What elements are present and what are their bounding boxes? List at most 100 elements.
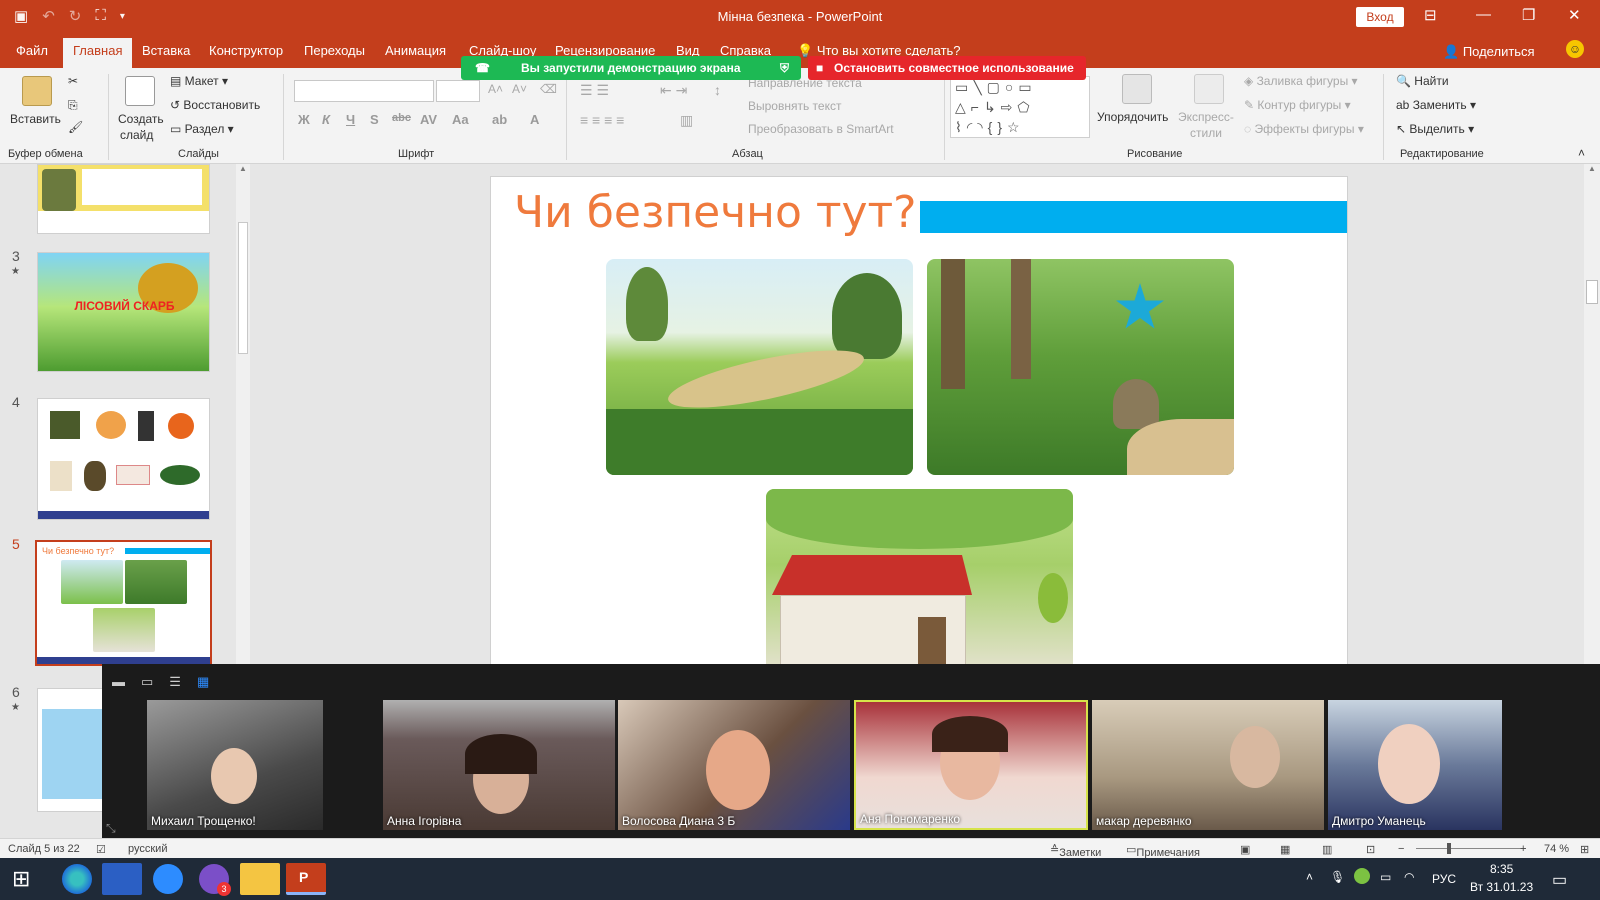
columns-icon[interactable]: ▥ [680,112,693,129]
tab-home[interactable]: Главная [63,38,133,68]
layout-button[interactable]: ▤ Макет ▾ [170,74,228,88]
align-icons[interactable]: ≡ ≡ ≡ ≡ [580,112,624,128]
shrink-font-icon[interactable]: A˅ [512,82,527,96]
change-case-icon[interactable]: Aa [452,112,469,127]
single-speaker-icon[interactable]: ▭ [141,674,153,690]
stop-share-button[interactable]: ■ Остановить совместное использование [808,56,1086,80]
battery-icon[interactable]: ▭ [1380,870,1391,884]
paste-button[interactable]: Вставить [10,112,61,126]
quick-styles-label-1[interactable]: Экспресс- [1178,110,1234,124]
participant-tile[interactable]: Волосова Диана 3 Б [618,700,850,830]
viber-icon[interactable]: 3 [199,864,231,896]
powerpoint-taskbar-icon[interactable]: P [286,863,326,895]
collapse-ribbon-icon[interactable]: ˄ [1578,146,1585,160]
cut-icon[interactable]: ✂ [68,74,78,88]
find-button[interactable]: 🔍 Найти [1396,74,1449,88]
paste-icon[interactable] [22,76,52,106]
zoom-in-icon[interactable]: + [1520,843,1526,855]
font-color-icon[interactable]: A [530,112,539,127]
scrollbar-thumb[interactable] [1586,280,1598,304]
thumbnail-scrollbar[interactable]: ▲ [236,164,250,664]
participant-tile[interactable]: Анна Ігорівна [383,700,615,830]
slide-thumbnail-4[interactable] [37,398,210,520]
italic-icon[interactable]: К [322,112,330,127]
share-button[interactable]: 👤 Поделиться [1443,44,1535,60]
ribbon-display-icon[interactable]: ⊟ [1424,6,1437,24]
comments-button[interactable]: ▭ Примечания [1126,843,1200,859]
participant-tile[interactable]: Михаил Трощенко! [147,700,323,830]
tab-transitions[interactable]: Переходы [304,43,365,58]
close-icon[interactable]: ✕ [1568,6,1581,24]
zoom-level[interactable]: 74 % [1544,843,1569,855]
reset-button[interactable]: ↺ Восстановить [170,98,260,112]
damaged-house-image[interactable] [766,489,1073,665]
save-disk-icon[interactable] [102,863,142,895]
slide-title[interactable]: Чи безпечно тут? [514,187,917,238]
shape-outline-button[interactable]: ✎ Контур фигуры ▾ [1244,98,1351,112]
zoom-slider[interactable] [1416,848,1526,849]
minimize-icon[interactable]: — [1476,6,1491,23]
replace-button[interactable]: ab Заменить ▾ [1396,98,1476,112]
input-language[interactable]: РУС [1432,872,1456,886]
new-slide-label-1[interactable]: Создать [118,112,164,126]
section-button[interactable]: ▭ Раздел ▾ [170,122,234,136]
align-text-button[interactable]: Выровнять текст [748,99,841,113]
file-explorer-icon[interactable] [240,863,280,895]
grow-font-icon[interactable]: A˄ [488,82,503,96]
arrange-button[interactable]: Упорядочить [1097,110,1168,124]
spellcheck-icon[interactable]: ☑ [96,843,106,856]
microphone-icon[interactable]: 🎙 [1330,870,1345,884]
slideshow-view-icon[interactable]: ⊡ [1366,843,1375,856]
wifi-icon[interactable]: ◠ [1404,870,1414,884]
highlight-icon[interactable]: ab [492,112,507,127]
clock-date[interactable]: Вт 31.01.23 [1470,880,1533,894]
scroll-up-icon[interactable]: ▲ [239,164,247,173]
notes-button[interactable]: ≙ Заметки [1050,843,1101,859]
bold-icon[interactable]: Ж [298,112,310,127]
fit-slide-icon[interactable]: ⊞ [1580,843,1589,856]
font-size-field[interactable] [436,80,480,102]
shape-effects-button[interactable]: ◌ Эффекты фигуры ▾ [1244,122,1364,136]
language-indicator[interactable]: русский [128,843,167,855]
zoom-app-icon[interactable] [153,864,183,894]
underline-icon[interactable]: Ч [346,112,355,127]
smartart-button[interactable]: Преобразовать в SmartArt [748,122,894,136]
zoom-slider-thumb[interactable] [1447,843,1451,854]
tab-animations[interactable]: Анимация [385,43,446,58]
tab-insert[interactable]: Вставка [142,43,190,58]
tab-design[interactable]: Конструктор [209,43,283,58]
security-tray-icon[interactable] [1354,868,1370,884]
char-spacing-icon[interactable]: AV [420,112,437,127]
normal-view-icon[interactable]: ▣ [1240,843,1250,856]
sign-in-button[interactable]: Вход [1356,7,1404,27]
shadow-icon[interactable]: S [370,112,379,127]
new-slide-icon[interactable] [125,76,155,106]
scrollbar-thumb[interactable] [238,222,248,354]
participant-tile[interactable]: макар деревянко [1092,700,1324,830]
slide-thumbnail-2[interactable] [37,164,210,234]
strikethrough-icon[interactable]: abc [392,112,411,124]
copy-icon[interactable]: ⎘ [68,98,78,113]
zoom-out-icon[interactable]: − [1398,843,1404,855]
font-name-field[interactable] [294,80,434,102]
scroll-up-icon[interactable]: ▲ [1588,164,1596,173]
forest-flower-image[interactable] [927,259,1234,475]
participant-tile[interactable]: Дмитро Уманець [1328,700,1502,830]
strip-view-icon[interactable]: ☰ [169,674,181,690]
edge-browser-icon[interactable] [62,864,92,894]
feedback-smiley-icon[interactable]: ☺ [1566,40,1584,58]
tray-chevron-icon[interactable]: ˄ [1306,870,1313,884]
meadow-path-image[interactable] [606,259,913,475]
participant-tile-active[interactable]: Аня Пономаренко [854,700,1088,830]
slide-scrollbar[interactable]: ▲ [1584,164,1600,664]
windows-start-icon[interactable]: ⊞ [12,866,30,892]
select-button[interactable]: ↖ Выделить ▾ [1396,122,1474,136]
new-slide-label-2[interactable]: слайд [120,128,153,142]
arrange-icon[interactable] [1122,74,1152,104]
notifications-icon[interactable]: ▭ [1552,870,1567,890]
restore-icon[interactable]: ❐ [1522,6,1535,24]
tab-file[interactable]: Файл [16,43,48,58]
quick-styles-icon[interactable] [1194,74,1224,104]
shapes-gallery[interactable]: ▭╲▢○▭ △⌐↳⇨⬠ ⌇◜◝{}☆ [950,76,1090,138]
shape-fill-button[interactable]: ◈ Заливка фигуры ▾ [1244,74,1358,88]
